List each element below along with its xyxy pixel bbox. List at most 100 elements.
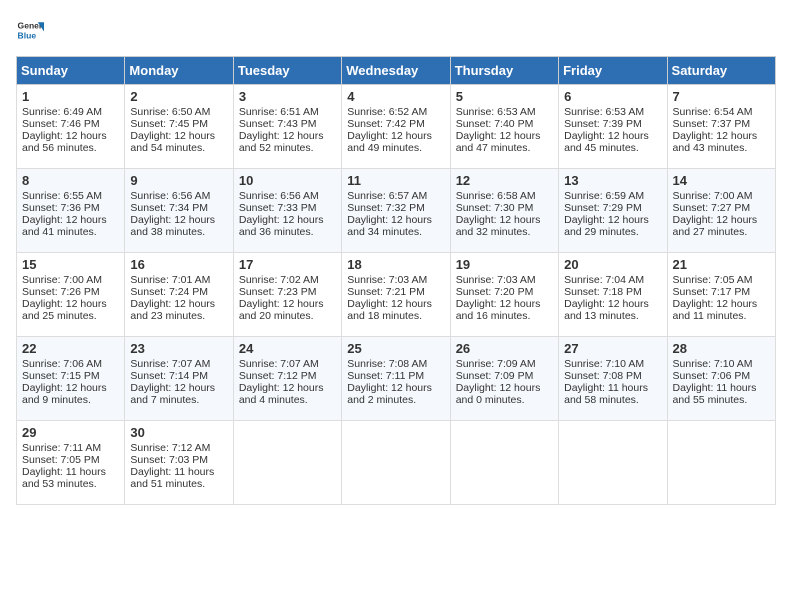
calendar-day-header: Friday <box>559 57 667 85</box>
calendar-day-cell: 16Sunrise: 7:01 AMSunset: 7:24 PMDayligh… <box>125 253 233 337</box>
day-number: 24 <box>239 341 336 356</box>
sunset-text: Sunset: 7:03 PM <box>130 454 208 466</box>
calendar-day-header: Tuesday <box>233 57 341 85</box>
calendar-body: 1Sunrise: 6:49 AMSunset: 7:46 PMDaylight… <box>17 85 776 505</box>
day-number: 29 <box>22 425 119 440</box>
daylight-text: Daylight: 12 hours and 4 minutes. <box>239 382 324 406</box>
sunrise-text: Sunrise: 7:02 AM <box>239 274 319 286</box>
calendar-day-cell: 6Sunrise: 6:53 AMSunset: 7:39 PMDaylight… <box>559 85 667 169</box>
sunset-text: Sunset: 7:42 PM <box>347 118 425 130</box>
calendar-header-row: SundayMondayTuesdayWednesdayThursdayFrid… <box>17 57 776 85</box>
sunrise-text: Sunrise: 7:10 AM <box>673 358 753 370</box>
sunrise-text: Sunrise: 6:54 AM <box>673 106 753 118</box>
daylight-text: Daylight: 12 hours and 18 minutes. <box>347 298 432 322</box>
day-number: 23 <box>130 341 227 356</box>
sunrise-text: Sunrise: 7:05 AM <box>673 274 753 286</box>
sunrise-text: Sunrise: 6:51 AM <box>239 106 319 118</box>
calendar-day-cell: 4Sunrise: 6:52 AMSunset: 7:42 PMDaylight… <box>342 85 450 169</box>
day-number: 7 <box>673 89 770 104</box>
daylight-text: Daylight: 12 hours and 25 minutes. <box>22 298 107 322</box>
daylight-text: Daylight: 12 hours and 23 minutes. <box>130 298 215 322</box>
sunset-text: Sunset: 7:30 PM <box>456 202 534 214</box>
sunrise-text: Sunrise: 6:56 AM <box>130 190 210 202</box>
daylight-text: Daylight: 12 hours and 11 minutes. <box>673 298 758 322</box>
sunset-text: Sunset: 7:39 PM <box>564 118 642 130</box>
calendar-day-cell: 26Sunrise: 7:09 AMSunset: 7:09 PMDayligh… <box>450 337 558 421</box>
calendar-day-cell: 5Sunrise: 6:53 AMSunset: 7:40 PMDaylight… <box>450 85 558 169</box>
calendar-day-cell: 19Sunrise: 7:03 AMSunset: 7:20 PMDayligh… <box>450 253 558 337</box>
sunrise-text: Sunrise: 7:00 AM <box>22 274 102 286</box>
daylight-text: Daylight: 12 hours and 41 minutes. <box>22 214 107 238</box>
daylight-text: Daylight: 12 hours and 2 minutes. <box>347 382 432 406</box>
calendar-day-cell: 21Sunrise: 7:05 AMSunset: 7:17 PMDayligh… <box>667 253 775 337</box>
sunset-text: Sunset: 7:33 PM <box>239 202 317 214</box>
daylight-text: Daylight: 12 hours and 27 minutes. <box>673 214 758 238</box>
sunrise-text: Sunrise: 7:07 AM <box>239 358 319 370</box>
day-number: 15 <box>22 257 119 272</box>
sunset-text: Sunset: 7:24 PM <box>130 286 208 298</box>
day-number: 25 <box>347 341 444 356</box>
daylight-text: Daylight: 11 hours and 58 minutes. <box>564 382 648 406</box>
daylight-text: Daylight: 12 hours and 54 minutes. <box>130 130 215 154</box>
sunrise-text: Sunrise: 6:58 AM <box>456 190 536 202</box>
daylight-text: Daylight: 12 hours and 52 minutes. <box>239 130 324 154</box>
day-number: 21 <box>673 257 770 272</box>
calendar-day-cell: 30Sunrise: 7:12 AMSunset: 7:03 PMDayligh… <box>125 421 233 505</box>
daylight-text: Daylight: 11 hours and 51 minutes. <box>130 466 214 490</box>
sunset-text: Sunset: 7:40 PM <box>456 118 534 130</box>
daylight-text: Daylight: 12 hours and 49 minutes. <box>347 130 432 154</box>
day-number: 14 <box>673 173 770 188</box>
sunrise-text: Sunrise: 7:07 AM <box>130 358 210 370</box>
daylight-text: Daylight: 12 hours and 7 minutes. <box>130 382 215 406</box>
sunset-text: Sunset: 7:11 PM <box>347 370 424 382</box>
logo-icon: General Blue <box>16 16 44 44</box>
calendar-day-cell <box>233 421 341 505</box>
sunrise-text: Sunrise: 7:12 AM <box>130 442 210 454</box>
sunset-text: Sunset: 7:12 PM <box>239 370 317 382</box>
day-number: 8 <box>22 173 119 188</box>
calendar-day-cell: 2Sunrise: 6:50 AMSunset: 7:45 PMDaylight… <box>125 85 233 169</box>
day-number: 12 <box>456 173 553 188</box>
calendar-day-cell: 22Sunrise: 7:06 AMSunset: 7:15 PMDayligh… <box>17 337 125 421</box>
sunset-text: Sunset: 7:45 PM <box>130 118 208 130</box>
sunset-text: Sunset: 7:20 PM <box>456 286 534 298</box>
day-number: 27 <box>564 341 661 356</box>
day-number: 9 <box>130 173 227 188</box>
sunset-text: Sunset: 7:34 PM <box>130 202 208 214</box>
calendar-day-header: Sunday <box>17 57 125 85</box>
calendar-day-cell: 24 Sunrise: 7:07 AMSunset: 7:12 PMDayligh… <box>233 337 341 421</box>
daylight-text: Daylight: 12 hours and 9 minutes. <box>22 382 107 406</box>
daylight-text: Daylight: 12 hours and 13 minutes. <box>564 298 649 322</box>
daylight-text: Daylight: 12 hours and 29 minutes. <box>564 214 649 238</box>
daylight-text: Daylight: 12 hours and 45 minutes. <box>564 130 649 154</box>
daylight-text: Daylight: 12 hours and 38 minutes. <box>130 214 215 238</box>
sunrise-text: Sunrise: 6:49 AM <box>22 106 102 118</box>
daylight-text: Daylight: 12 hours and 0 minutes. <box>456 382 541 406</box>
sunrise-text: Sunrise: 6:53 AM <box>564 106 644 118</box>
sunset-text: Sunset: 7:21 PM <box>347 286 425 298</box>
calendar-day-cell: 1Sunrise: 6:49 AMSunset: 7:46 PMDaylight… <box>17 85 125 169</box>
day-number: 18 <box>347 257 444 272</box>
daylight-text: Daylight: 12 hours and 32 minutes. <box>456 214 541 238</box>
day-number: 1 <box>22 89 119 104</box>
day-number: 26 <box>456 341 553 356</box>
calendar-table: SundayMondayTuesdayWednesdayThursdayFrid… <box>16 56 776 505</box>
daylight-text: Daylight: 12 hours and 56 minutes. <box>22 130 107 154</box>
day-number: 11 <box>347 173 444 188</box>
calendar-day-cell: 8Sunrise: 6:55 AMSunset: 7:36 PMDaylight… <box>17 169 125 253</box>
day-number: 22 <box>22 341 119 356</box>
sunset-text: Sunset: 7:15 PM <box>22 370 100 382</box>
calendar-day-cell: 9 Sunrise: 6:56 AMSunset: 7:34 PMDaylight… <box>125 169 233 253</box>
sunset-text: Sunset: 7:32 PM <box>347 202 425 214</box>
sunrise-text: Sunrise: 6:59 AM <box>564 190 644 202</box>
calendar-day-header: Wednesday <box>342 57 450 85</box>
day-number: 2 <box>130 89 227 104</box>
sunset-text: Sunset: 7:08 PM <box>564 370 642 382</box>
sunset-text: Sunset: 7:26 PM <box>22 286 100 298</box>
calendar-day-header: Thursday <box>450 57 558 85</box>
calendar-day-cell: 13Sunrise: 6:59 AMSunset: 7:29 PMDayligh… <box>559 169 667 253</box>
calendar-day-cell: 23Sunrise: 7:07 AMSunset: 7:14 PMDayligh… <box>125 337 233 421</box>
calendar-day-cell: 3Sunrise: 6:51 AMSunset: 7:43 PMDaylight… <box>233 85 341 169</box>
sunset-text: Sunset: 7:27 PM <box>673 202 751 214</box>
sunrise-text: Sunrise: 7:03 AM <box>347 274 427 286</box>
